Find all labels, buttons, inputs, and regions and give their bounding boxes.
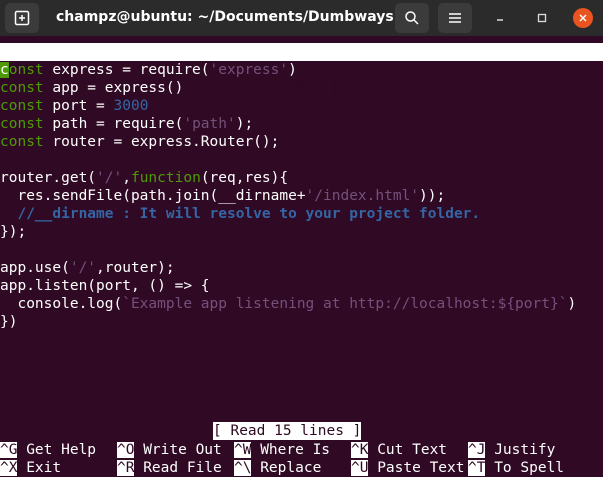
search-icon <box>405 11 419 25</box>
minimize-button[interactable] <box>490 8 510 28</box>
shortcut-write-out[interactable]: ^O Write Out <box>117 441 222 459</box>
code-line: const router = express.Router(); <box>0 134 280 150</box>
minimize-icon <box>497 19 503 21</box>
code-line: const app = express() <box>0 80 184 96</box>
code-line: const express = require('express') <box>0 62 297 78</box>
code-line: console.log(`Example app listening at ht… <box>0 296 577 312</box>
search-button[interactable] <box>395 3 429 33</box>
shortcut-justify[interactable]: ^J Justify <box>468 441 555 459</box>
new-tab-icon <box>14 10 30 26</box>
nano-header-bar: GNU nano 4.8 index.js <box>0 43 603 96</box>
shortcut-to-spell[interactable]: ^T To Spell <box>468 459 564 477</box>
code-line: }) <box>0 314 18 330</box>
code-line: }); <box>0 224 27 240</box>
window-titlebar: champz@ubuntu: ~/Documents/Dumbways... <box>0 0 603 36</box>
code-line: app.use('/',router); <box>0 260 175 276</box>
code-line: app.listen(port, () => { <box>0 278 210 294</box>
shortcut-replace[interactable]: ^\ Replace <box>234 459 321 477</box>
shortcut-cut-text[interactable]: ^K Cut Text <box>351 441 447 459</box>
shortcut-read-file[interactable]: ^R Read File <box>117 459 222 477</box>
code-line: //__dirname : It will resolve to your pr… <box>0 206 481 222</box>
code-line: const port = 3000 <box>0 98 149 114</box>
status-message: [ Read 15 lines ] <box>213 422 362 440</box>
maximize-button[interactable] <box>532 8 552 28</box>
menu-button[interactable] <box>438 3 472 33</box>
maximize-icon <box>537 13 547 23</box>
hamburger-menu-icon <box>449 13 461 23</box>
shortcut-exit[interactable]: ^X Exit <box>0 459 61 477</box>
code-line: router.get('/',function(req,res){ <box>0 170 289 186</box>
shortcut-where-is[interactable]: ^W Where Is <box>234 441 330 459</box>
terminal-area[interactable]: GNU nano 4.8 index.js const express = re… <box>0 41 603 477</box>
code-line: res.sendFile(path.join(__dirname+'/index… <box>0 188 446 204</box>
shortcut-get-help[interactable]: ^G Get Help <box>0 441 96 459</box>
new-tab-button[interactable] <box>5 3 39 33</box>
text-cursor: c <box>0 62 9 78</box>
shortcut-paste-text[interactable]: ^U Paste Text <box>351 459 465 477</box>
close-button[interactable] <box>573 8 593 28</box>
close-icon <box>579 14 587 22</box>
file-name: index.js <box>278 80 348 96</box>
code-line: const path = require('path'); <box>0 116 254 132</box>
window-title: champz@ubuntu: ~/Documents/Dumbways... <box>56 9 410 25</box>
